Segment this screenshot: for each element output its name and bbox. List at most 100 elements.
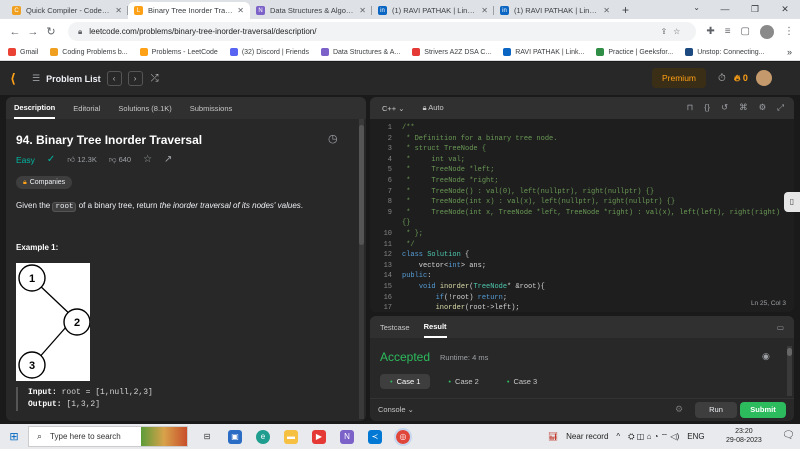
store-icon[interactable]: ▣ [228, 429, 242, 444]
system-clock[interactable]: 23:20 29-08-2023 [726, 427, 762, 445]
file-explorer-icon[interactable]: ▬ [284, 429, 298, 444]
sidebar-icon[interactable]: ▢ [741, 26, 750, 37]
forward-button[interactable]: → [24, 26, 42, 38]
timer-icon[interactable]: ⏱ [718, 73, 726, 84]
bookmark-discord[interactable]: (32) Discord | Friends [229, 48, 309, 56]
fullscreen-icon[interactable]: ⤢ [777, 102, 784, 113]
edge-icon[interactable]: e [256, 429, 270, 444]
maximize-button[interactable]: ❐ [740, 0, 770, 19]
bookmark-leetcode[interactable]: Problems - LeetCode [139, 48, 218, 56]
close-icon[interactable]: ✕ [237, 6, 244, 15]
menu-icon[interactable]: ⋮ [784, 26, 794, 37]
windows-start-icon[interactable]: ⊞ [0, 424, 28, 449]
bookmark-codehelp[interactable]: Coding Problems b... [50, 48, 128, 56]
tab-result[interactable]: Result [423, 316, 447, 338]
leetcode-logo[interactable]: ⟨ [10, 71, 26, 87]
notion-app-icon[interactable]: N [340, 429, 354, 444]
browser-tab[interactable]: NData Structures & Algorithms✕ [250, 2, 372, 19]
tab-search-icon[interactable]: ⌄ [693, 3, 700, 12]
shuffle-icon[interactable]: ⤮ [151, 73, 159, 84]
more-bookmarks-icon[interactable]: » [787, 47, 792, 57]
bookmark-gfg[interactable]: Practice | Geeksfor... [596, 48, 673, 56]
companies-tag[interactable]: 🔒︎ Companies [16, 176, 73, 189]
reload-button[interactable]: ↻ [42, 25, 60, 38]
language-indicator[interactable]: ENG [687, 432, 704, 441]
problem-list-button[interactable]: ☰ Problem List [32, 73, 101, 84]
chrome-icon[interactable]: ◎ [394, 427, 412, 446]
weather-text[interactable]: Near record [566, 432, 608, 441]
back-button[interactable]: ← [6, 26, 24, 38]
minimize-button[interactable]: — [710, 0, 740, 19]
prev-problem-button[interactable]: ‹ [106, 71, 122, 86]
share-star-icons[interactable]: ⇪☆ [660, 27, 686, 36]
windows-taskbar: ⊞ ⌕ Type here to search ⊟ ▣ e ▬ ▶ N ≺ ◎ … [0, 424, 800, 449]
clock-icon[interactable]: ◷ [328, 132, 338, 145]
dislike-button[interactable]: 👎︎ 640 [109, 155, 131, 165]
expand-icon[interactable]: ▭ [777, 323, 784, 332]
close-icon[interactable]: ✕ [481, 6, 488, 15]
vscode-icon[interactable]: ≺ [368, 429, 382, 444]
close-icon[interactable]: ✕ [115, 6, 122, 15]
browser-tab-active[interactable]: LBinary Tree Inorder Traversal✕ [128, 2, 250, 19]
bookmark-dsa[interactable]: Data Structures & A... [320, 48, 400, 56]
browser-tab[interactable]: C Quick Compiler - CodeHelp ✕ [6, 2, 128, 19]
streak-counter[interactable]: 🔥︎ 0 [734, 73, 748, 84]
reset-icon[interactable]: ↺ [721, 102, 728, 113]
profile-avatar[interactable] [760, 24, 774, 39]
extensions-icon[interactable]: ✚ [706, 26, 714, 37]
taskbar-search[interactable]: ⌕ Type here to search [28, 426, 188, 447]
tray-icons[interactable]: ⛭ ◫ ⌂ ◔ ⌔ ◁) [628, 432, 679, 442]
bookmark-gmail[interactable]: Gmail [8, 48, 38, 56]
star-icon[interactable]: ☆ [143, 154, 152, 165]
leetcode-icon: L [134, 6, 143, 15]
case-tab[interactable]: • Case 2 [438, 374, 488, 389]
tab-editorial[interactable]: Editorial [73, 104, 100, 113]
problem-panel: Description Editorial Solutions (8.1K) S… [6, 97, 366, 421]
browser-tab[interactable]: in (1) RAVI PATHAK | LinkedIn ✕ [372, 2, 494, 19]
close-icon[interactable]: ✕ [359, 6, 366, 15]
next-problem-button[interactable]: › [127, 71, 143, 86]
code-editor-panel: C++ ⌄ 🔒︎ Auto ⊓ {} ↺ ⌘ ⚙ ⤢ 1/** 2 * Defi… [370, 97, 794, 312]
task-view-icon[interactable]: ⊟ [200, 430, 214, 444]
bookmark-strivers[interactable]: Strivers A2Z DSA C... [412, 48, 491, 56]
result-panel: Testcase Result ▭ Accepted Runtime: 4 ms… [370, 316, 794, 421]
bookmark-icon[interactable]: ⊓ [687, 102, 694, 113]
language-select[interactable]: C++ ⌄ [382, 104, 405, 113]
run-button[interactable]: Run [695, 402, 737, 418]
auto-mode[interactable]: 🔒︎ Auto [423, 103, 444, 113]
share-icon[interactable]: ↗ [164, 154, 172, 165]
settings-icon[interactable]: ⚙ [759, 102, 767, 113]
scrollbar[interactable] [359, 119, 364, 419]
premium-button[interactable]: Premium [652, 68, 707, 88]
reading-list-icon[interactable]: ≡ [725, 26, 731, 37]
browser-tab[interactable]: in (1) RAVI PATHAK | LinkedIn ✕ [494, 2, 616, 19]
tab-description[interactable]: Description [14, 97, 56, 119]
eye-icon[interactable]: ◉ [762, 351, 770, 362]
case-tab[interactable]: • Case 1 [380, 374, 431, 389]
debug-icon[interactable]: ⚙ [675, 404, 683, 415]
weather-icon[interactable]: 📊︎ [548, 432, 558, 441]
notification-icon[interactable]: 🗨︎ [782, 430, 795, 441]
close-window-button[interactable]: ✕ [770, 0, 800, 19]
submit-button[interactable]: Submit [740, 402, 786, 418]
result-status: Accepted [380, 350, 431, 364]
code-braces-icon[interactable]: {} [704, 102, 710, 113]
shortcut-icon[interactable]: ⌘ [739, 102, 748, 113]
tab-submissions[interactable]: Submissions [190, 104, 233, 113]
tab-testcase[interactable]: Testcase [380, 323, 410, 332]
console-button[interactable]: Console ⌄ [378, 405, 414, 414]
user-avatar[interactable] [755, 70, 772, 86]
code-area[interactable]: 1/** 2 * Definition for a binary tree no… [370, 123, 794, 312]
like-button[interactable]: 👍︎ 12.3K [67, 155, 97, 165]
new-tab-button[interactable]: + [622, 3, 629, 17]
close-icon[interactable]: ✕ [603, 6, 610, 15]
case-tab[interactable]: • Case 3 [497, 374, 547, 389]
scrollbar[interactable] [787, 346, 792, 396]
tray-overflow-icon[interactable]: ^ [616, 432, 620, 441]
youtube-icon[interactable]: ▶ [312, 429, 326, 444]
side-panel-toggle[interactable]: ▯ [784, 192, 800, 212]
bookmark-linkedin[interactable]: RAVI PATHAK | Link... [503, 48, 584, 56]
tab-solutions[interactable]: Solutions (8.1K) [118, 104, 171, 113]
url-input[interactable]: 🔒︎ leetcode.com/problems/binary-tree-ino… [68, 22, 697, 41]
bookmark-unstop[interactable]: Unstop: Connecting... [685, 48, 765, 56]
